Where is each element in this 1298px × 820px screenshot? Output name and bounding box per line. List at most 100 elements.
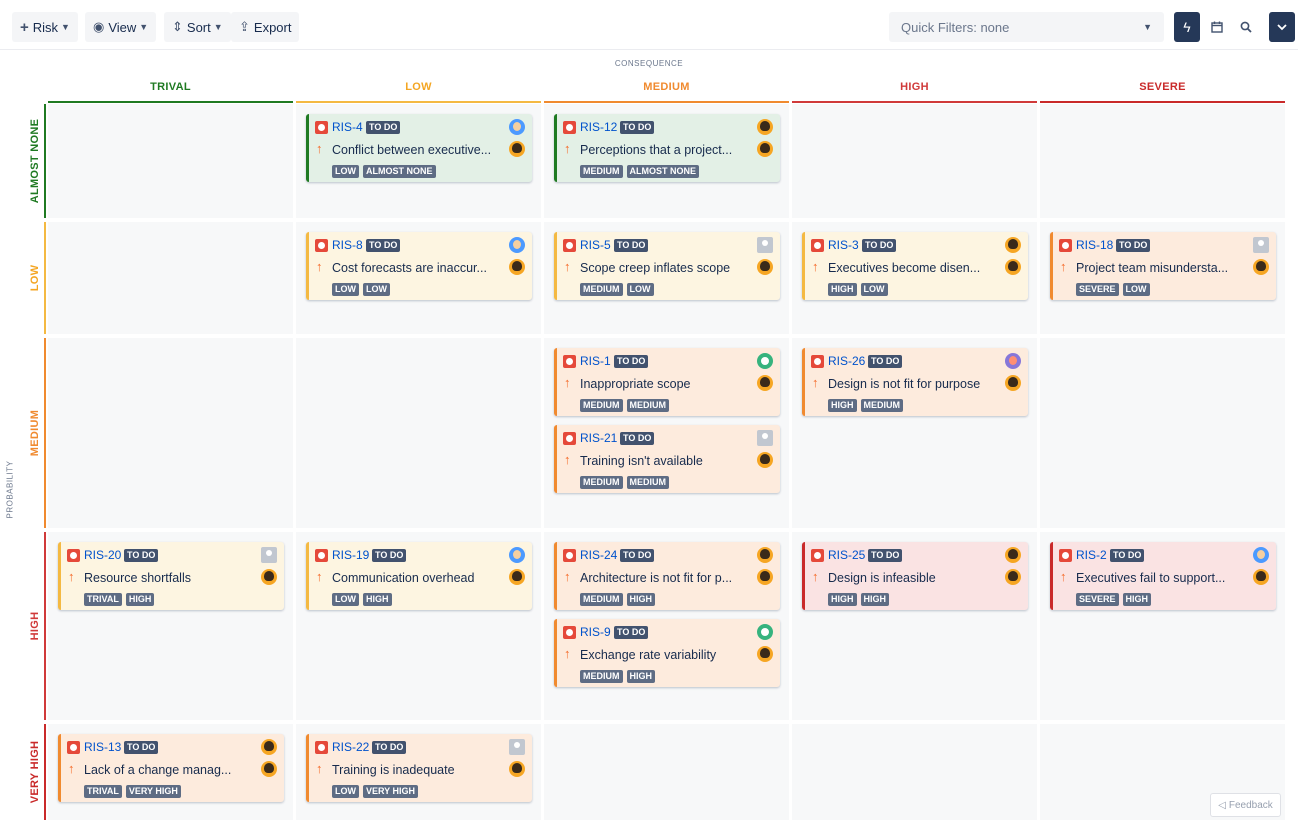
risk-card[interactable]: RIS-22 TO DO ↑ Training is inadequate LOW VER… [306,734,532,802]
risk-card[interactable]: RIS-3 TO DO ↑ Executives become disen... HIG… [802,232,1028,300]
risk-card[interactable]: RIS-19 TO DO ↑ Communication overhead LOW HIG… [306,542,532,610]
assignee-avatar[interactable] [1005,237,1021,253]
issue-key-link[interactable]: RIS-9 [580,625,611,639]
assignee-avatar[interactable] [261,739,277,755]
risk-card[interactable]: RIS-18 TO DO ↑ Project team misundersta... S… [1050,232,1276,300]
issue-key-link[interactable]: RIS-26 [828,354,865,368]
column-header-label: LOW [405,81,432,93]
assignee-avatar[interactable] [509,739,525,755]
risk-card[interactable]: RIS-25 TO DO ↑ Design is infeasible HIGH HIGH [802,542,1028,610]
assignee-avatar[interactable] [509,547,525,563]
consequence-lozenge: HIGH [828,283,857,296]
card-lozenges: MEDIUM LOW [580,283,654,296]
priority-arrow-icon: ↑ [564,141,571,156]
assignee-avatar[interactable] [509,119,525,135]
reporter-avatar[interactable] [1005,375,1021,391]
reporter-avatar[interactable] [509,761,525,777]
issue-key-link[interactable]: RIS-18 [1076,238,1113,252]
matrix-cell [1040,104,1285,218]
risk-type-icon [811,355,824,368]
risk-card[interactable]: RIS-13 TO DO ↑ Lack of a change manag... TRI… [58,734,284,802]
reporter-avatar[interactable] [757,569,773,585]
row-header-label: VERY HIGH [29,740,41,804]
risk-card[interactable]: RIS-9 TO DO ↑ Exchange rate variability MEDI… [554,619,780,687]
risk-card[interactable]: RIS-2 TO DO ↑ Executives fail to support...… [1050,542,1276,610]
card-stripe [58,734,61,802]
risk-card[interactable]: RIS-12 TO DO ↑ Perceptions that a project..… [554,114,780,182]
assignee-avatar[interactable] [1253,547,1269,563]
risk-card[interactable]: RIS-26 TO DO ↑ Design is not fit for purpos… [802,348,1028,416]
issue-key-link[interactable]: RIS-21 [580,431,617,445]
lightning-button[interactable]: ϟ [1174,12,1200,42]
assignee-avatar[interactable] [1005,353,1021,369]
consequence-axis-label: CONSEQUENCE [614,59,684,68]
assignee-avatar[interactable] [261,547,277,563]
row-divider [44,338,46,528]
reporter-avatar[interactable] [1253,569,1269,585]
sort-menu-label: Sort [186,19,211,35]
risk-card[interactable]: RIS-1 TO DO ↑ Inappropriate scope MEDIUM MEDI… [554,348,780,416]
issue-key-link[interactable]: RIS-8 [332,238,363,252]
consequence-lozenge: LOW [332,785,359,798]
reporter-avatar[interactable] [509,569,525,585]
priority-arrow-icon: ↑ [68,569,75,584]
caret-down-icon: ▼ [61,22,70,32]
assignee-avatar[interactable] [509,237,525,253]
risk-card[interactable]: RIS-20 TO DO ↑ Resource shortfalls TRIVAL HIG… [58,542,284,610]
priority-arrow-icon: ↑ [564,375,571,390]
issue-key-link[interactable]: RIS-22 [332,740,369,754]
issue-key-link[interactable]: RIS-19 [332,548,369,562]
search-button[interactable] [1233,12,1259,42]
reporter-avatar[interactable] [509,259,525,275]
risk-menu-button[interactable]: + Risk ▼ [12,12,78,42]
reporter-avatar[interactable] [1005,259,1021,275]
risk-card[interactable]: RIS-4 TO DO ↑ Conflict between executive...… [306,114,532,182]
probability-lozenge: LOW [1122,283,1150,296]
sort-menu-button[interactable]: ⇕ Sort ▼ [164,12,231,42]
risk-card[interactable]: RIS-21 TO DO ↑ Training isn't available MEDI… [554,425,780,493]
issue-key-link[interactable]: RIS-5 [580,238,611,252]
assignee-avatar[interactable] [757,547,773,563]
card-summary: Exchange rate variability [580,648,717,662]
issue-key-link[interactable]: RIS-20 [84,548,121,562]
view-menu-button[interactable]: ◉ View ▼ [85,12,157,42]
expand-button[interactable] [1269,12,1295,42]
assignee-avatar[interactable] [757,624,773,640]
reporter-avatar[interactable] [261,569,277,585]
reporter-avatar[interactable] [1005,569,1021,585]
quick-filters-select[interactable]: Quick Filters: none ▼ [889,12,1164,42]
matrix-cell [48,104,293,218]
assignee-avatar[interactable] [757,353,773,369]
reporter-avatar[interactable] [757,375,773,391]
reporter-avatar[interactable] [757,259,773,275]
issue-key-link[interactable]: RIS-12 [580,120,617,134]
issue-key-link[interactable]: RIS-1 [580,354,611,368]
export-button[interactable]: ⇪ Export [231,12,300,42]
calendar-button[interactable] [1204,12,1230,42]
issue-key-link[interactable]: RIS-13 [84,740,121,754]
issue-key-link[interactable]: RIS-24 [580,548,617,562]
reporter-avatar[interactable] [757,141,773,157]
probability-lozenge: HIGH [125,593,155,606]
risk-card[interactable]: RIS-24 TO DO ↑ Architecture is not fit for … [554,542,780,610]
assignee-avatar[interactable] [757,430,773,446]
reporter-avatar[interactable] [757,452,773,468]
reporter-avatar[interactable] [757,646,773,662]
risk-card[interactable]: RIS-8 TO DO ↑ Cost forecasts are inaccur...… [306,232,532,300]
card-summary: Perceptions that a project... [580,143,733,157]
issue-key-link[interactable]: RIS-4 [332,120,363,134]
issue-key-link[interactable]: RIS-3 [828,238,859,252]
issue-key-link[interactable]: RIS-2 [1076,548,1107,562]
issue-key-link[interactable]: RIS-25 [828,548,865,562]
reporter-avatar[interactable] [509,141,525,157]
reporter-avatar[interactable] [1253,259,1269,275]
card-stripe [554,114,557,182]
feedback-button[interactable]: ◁ Feedback [1210,793,1281,817]
reporter-avatar[interactable] [261,761,277,777]
assignee-avatar[interactable] [1253,237,1269,253]
assignee-avatar[interactable] [757,237,773,253]
assignee-avatar[interactable] [757,119,773,135]
risk-card[interactable]: RIS-5 TO DO ↑ Scope creep inflates scope MED… [554,232,780,300]
assignee-avatar[interactable] [1005,547,1021,563]
eye-icon: ◉ [93,19,105,34]
